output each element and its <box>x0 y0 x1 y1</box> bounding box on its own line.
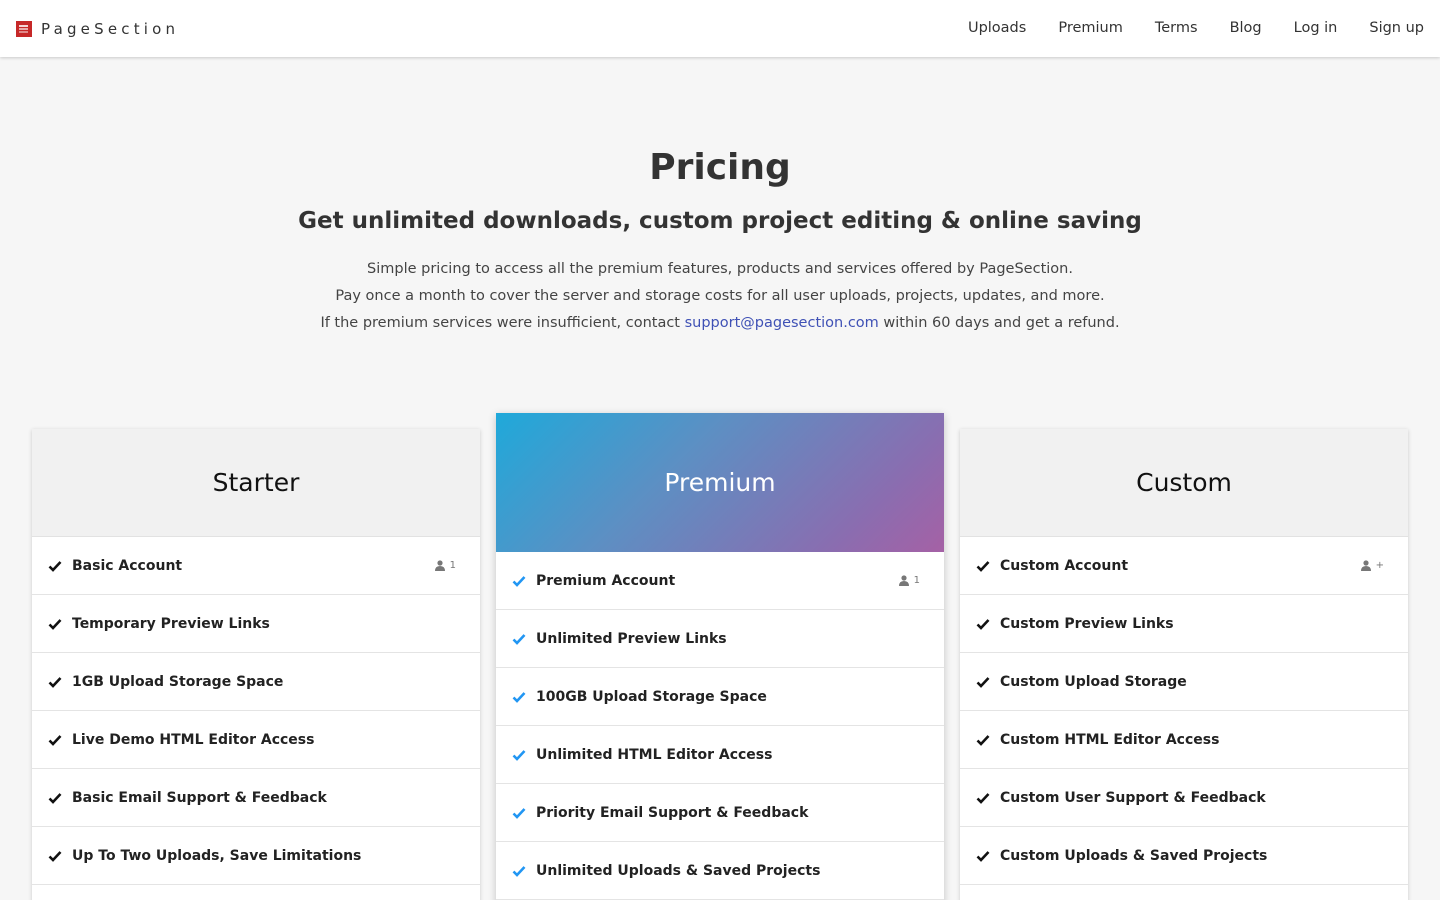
support-email-link[interactable]: support@pagesection.com <box>685 315 879 331</box>
check-icon <box>48 675 62 689</box>
plan-card-starter: Starter Basic Account 1 Temporary Previe… <box>32 429 480 900</box>
plan-feature: Custom Upload Storage <box>960 653 1408 711</box>
check-icon <box>512 632 526 646</box>
plan-feature: Basic Account 1 <box>32 537 480 595</box>
check-icon <box>512 574 526 588</box>
feature-label: 1GB Upload Storage Space <box>72 673 284 690</box>
nav-premium[interactable]: Premium <box>1042 0 1139 57</box>
nav-log-in[interactable]: Log in <box>1278 0 1354 57</box>
feature-label: Unlimited Preview Links <box>536 630 727 647</box>
plan-feature: Custom Account + <box>960 537 1408 595</box>
nav-uploads[interactable]: Uploads <box>952 0 1042 57</box>
plan-feature: Premium Account 1 <box>496 552 944 610</box>
main-nav: Uploads Premium Terms Blog Log in Sign u… <box>952 0 1440 57</box>
user-icon <box>434 560 445 571</box>
seat-count: 1 <box>898 575 920 586</box>
description-line-3: If the premium services were insufficien… <box>0 310 1440 337</box>
check-icon <box>512 806 526 820</box>
check-icon <box>48 617 62 631</box>
description-line-3-end: within 60 days and get a refund. <box>878 315 1120 331</box>
plan-title: Custom <box>1136 467 1232 497</box>
feature-label: Basic Email Support & Feedback <box>72 789 327 806</box>
top-navbar: PageSection Uploads Premium Terms Blog L… <box>0 0 1440 57</box>
plan-header-custom: Custom <box>960 429 1408 537</box>
check-icon <box>48 733 62 747</box>
check-icon <box>976 617 990 631</box>
check-icon <box>48 791 62 805</box>
seat-count-value: 1 <box>449 560 456 571</box>
plan-feature: Custom Uploads & Saved Projects <box>960 827 1408 885</box>
feature-label: Custom Account <box>1000 557 1129 574</box>
plan-feature: Custom HTML Editor Access <box>960 711 1408 769</box>
seat-count-value: 1 <box>913 575 920 586</box>
description-line-3-start: If the premium services were insufficien… <box>320 315 685 331</box>
plan-card-premium: Premium Premium Account 1 Unlimited Prev… <box>496 413 944 900</box>
feature-label: Up To Two Uploads, Save Limitations <box>72 847 362 864</box>
plan-feature: Custom User Support & Feedback <box>960 769 1408 827</box>
pricing-description: Simple pricing to access all the premium… <box>0 256 1440 337</box>
plan-feature: Unlimited Preview Links <box>496 610 944 668</box>
check-icon <box>976 559 990 573</box>
feature-label: Custom Uploads & Saved Projects <box>1000 847 1268 864</box>
feature-label: Custom Upload Storage <box>1000 673 1187 690</box>
feature-label: Custom User Support & Feedback <box>1000 789 1266 806</box>
page-title: Pricing <box>649 147 791 188</box>
description-line-1: Simple pricing to access all the premium… <box>367 261 1073 277</box>
pagesection-logo-icon <box>16 21 32 37</box>
check-icon <box>48 559 62 573</box>
check-icon <box>976 675 990 689</box>
plan-title: Premium <box>664 467 776 497</box>
plan-feature: Custom Preview Links <box>960 595 1408 653</box>
feature-label: Priority Email Support & Feedback <box>536 804 809 821</box>
check-icon <box>512 748 526 762</box>
description-line-2: Pay once a month to cover the server and… <box>335 288 1105 304</box>
feature-label: Unlimited HTML Editor Access <box>536 746 773 763</box>
seat-count-value: + <box>1375 560 1384 571</box>
brand-link[interactable]: PageSection <box>16 19 179 39</box>
seat-count: 1 <box>434 560 456 571</box>
plan-card-custom: Custom Custom Account + Custom Preview L… <box>960 429 1408 900</box>
brand-name: PageSection <box>41 20 180 38</box>
nav-blog[interactable]: Blog <box>1214 0 1278 57</box>
plan-feature: Priority Email Support & Feedback <box>496 784 944 842</box>
nav-terms[interactable]: Terms <box>1139 0 1214 57</box>
user-icon <box>898 575 909 586</box>
check-icon <box>976 849 990 863</box>
feature-label: Temporary Preview Links <box>72 615 270 632</box>
plan-feature: Unlimited Uploads & Saved Projects <box>496 842 944 900</box>
feature-label: Premium Account <box>536 572 676 589</box>
user-icon <box>1360 560 1371 571</box>
plan-feature: Up To Two Uploads, Save Limitations <box>32 827 480 885</box>
feature-label: Basic Account <box>72 557 183 574</box>
check-icon <box>976 733 990 747</box>
check-icon <box>976 791 990 805</box>
check-icon <box>48 849 62 863</box>
check-icon <box>512 690 526 704</box>
plan-header-premium: Premium <box>496 413 944 552</box>
plan-header-starter: Starter <box>32 429 480 537</box>
feature-label: Custom Preview Links <box>1000 615 1174 632</box>
page-subtitle: Get unlimited downloads, custom project … <box>298 208 1142 234</box>
plan-feature: Live Demo HTML Editor Access <box>32 711 480 769</box>
feature-label: Unlimited Uploads & Saved Projects <box>536 862 821 879</box>
feature-label: 100GB Upload Storage Space <box>536 688 767 705</box>
nav-sign-up[interactable]: Sign up <box>1353 0 1440 57</box>
seat-count: + <box>1360 560 1384 571</box>
plan-feature: 1GB Upload Storage Space <box>32 653 480 711</box>
plan-feature: Temporary Preview Links <box>32 595 480 653</box>
plan-title: Starter <box>212 467 300 497</box>
feature-label: Custom HTML Editor Access <box>1000 731 1220 748</box>
plan-feature: 100GB Upload Storage Space <box>496 668 944 726</box>
feature-label: Live Demo HTML Editor Access <box>72 731 315 748</box>
plan-feature: Unlimited HTML Editor Access <box>496 726 944 784</box>
plan-feature: Basic Email Support & Feedback <box>32 769 480 827</box>
check-icon <box>512 864 526 878</box>
